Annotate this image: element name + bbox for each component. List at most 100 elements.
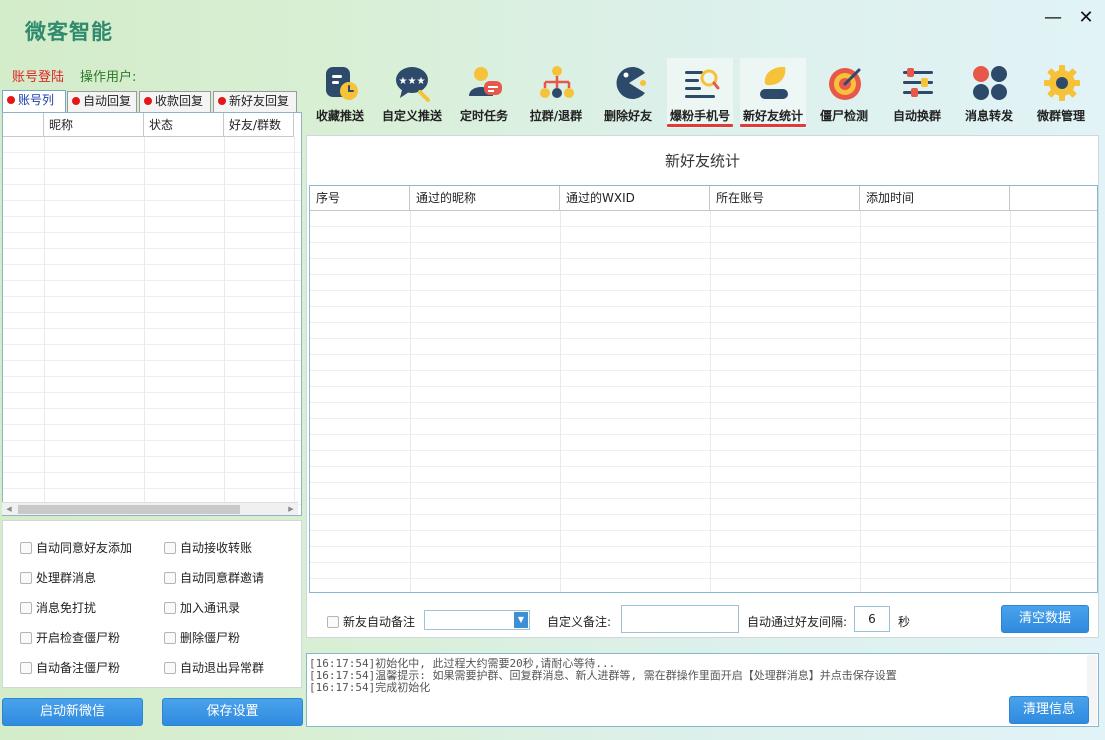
toolbar-label: 删除好友 [603, 109, 652, 123]
empty-row [310, 371, 1097, 387]
toolbar-phone-fans[interactable]: 爆粉手机号 [667, 58, 733, 128]
column-header-status[interactable]: 状态 [144, 113, 224, 137]
empty-row [310, 467, 1097, 483]
sliders-icon [903, 68, 933, 97]
option-check-zombie-fans[interactable]: 开启检查僵尸粉 [20, 629, 120, 646]
toolbar-group-management[interactable]: 微群管理 [1028, 58, 1094, 128]
horizontal-scrollbar[interactable]: ◀ ▶ [2, 502, 298, 515]
option-do-not-disturb[interactable]: 消息免打扰 [20, 599, 96, 616]
leaf-user-icon [760, 66, 788, 99]
empty-row [3, 297, 301, 313]
empty-row [3, 329, 301, 345]
checkbox[interactable] [164, 602, 176, 614]
four-dots-icon [973, 66, 1007, 100]
column-header-nickname[interactable]: 昵称 [44, 113, 144, 137]
bookmark-clock-icon [326, 67, 358, 100]
option-add-to-contacts[interactable]: 加入通讯录 [164, 599, 240, 616]
column-header-nickname[interactable]: 通过的昵称 [410, 186, 560, 211]
checkbox[interactable] [20, 602, 32, 614]
checkbox[interactable] [164, 542, 176, 554]
tab-auto-reply[interactable]: 自动回复 [67, 91, 137, 112]
checkbox[interactable] [164, 662, 176, 674]
minimize-button[interactable]: — [1043, 8, 1063, 28]
empty-row [310, 547, 1097, 563]
option-exit-abnormal-groups[interactable]: 自动退出异常群 [164, 659, 264, 676]
clear-info-button[interactable]: 清理信息 [1009, 696, 1089, 724]
custom-remark-input[interactable] [621, 605, 739, 633]
account-list-table[interactable]: 昵称 状态 好友/群数 [2, 112, 302, 516]
scrollbar-thumb[interactable] [18, 505, 240, 514]
toolbar-new-friend-stats[interactable]: 新好友统计 [740, 58, 806, 128]
empty-row [3, 441, 301, 457]
gear-icon [1044, 65, 1080, 101]
empty-row [3, 201, 301, 217]
column-divider [224, 137, 225, 513]
toolbar-delete-friend[interactable]: 删除好友 [595, 58, 661, 128]
start-new-wechat-button[interactable]: 启动新微信 [2, 698, 143, 726]
column-header-friends-groups[interactable]: 好友/群数 [224, 113, 294, 137]
column-header-wxid[interactable]: 通过的WXID [560, 186, 710, 211]
option-label: 自动退出异常群 [180, 661, 265, 675]
option-remark-zombie-fans[interactable]: 自动备注僵尸粉 [20, 659, 120, 676]
tab-payment-reply[interactable]: 收款回复 [139, 91, 211, 112]
empty-row [3, 409, 301, 425]
clear-data-button[interactable]: 清空数据 [1001, 605, 1089, 633]
option-auto-accept-friend[interactable]: 自动同意好友添加 [20, 539, 132, 556]
target-icon [829, 68, 861, 100]
empty-row [310, 515, 1097, 531]
interval-input[interactable]: 6 [854, 606, 890, 632]
empty-row [310, 291, 1097, 307]
save-settings-button[interactable]: 保存设置 [162, 698, 303, 726]
column-divider [410, 211, 411, 592]
auto-remark-option[interactable]: 新友自动备注 [327, 613, 415, 630]
close-button[interactable]: ✕ [1076, 8, 1096, 28]
checkbox[interactable] [327, 616, 339, 628]
empty-row [3, 425, 301, 441]
empty-row [3, 473, 301, 489]
toolbar-message-forward[interactable]: 消息转发 [956, 58, 1022, 128]
options-panel: 自动同意好友添加 自动接收转账 处理群消息 自动同意群邀请 消息免打扰 加入通讯… [2, 520, 302, 688]
checkbox[interactable] [20, 572, 32, 584]
toolbar-custom-push[interactable]: ★★★ 自定义推送 [379, 58, 445, 128]
remark-select[interactable]: ▼ [424, 610, 530, 630]
checkbox[interactable] [20, 542, 32, 554]
option-auto-receive-transfer[interactable]: 自动接收转账 [164, 539, 252, 556]
toolbar-zombie-detect[interactable]: 僵尸检测 [811, 58, 877, 128]
account-login-link[interactable]: 账号登陆 [12, 66, 64, 85]
active-underline [667, 124, 733, 127]
column-header-account[interactable]: 所在账号 [710, 186, 860, 211]
scroll-right-icon[interactable]: ▶ [284, 503, 298, 516]
empty-row [310, 227, 1097, 243]
toolbar-pull-exit-group[interactable]: 拉群/退群 [523, 58, 589, 128]
option-auto-accept-group-invite[interactable]: 自动同意群邀请 [164, 569, 264, 586]
status-dot-icon [144, 97, 152, 105]
empty-row [310, 243, 1097, 259]
empty-row [3, 345, 301, 361]
tab-label: 收款回复 [155, 94, 204, 108]
checkbox[interactable] [20, 632, 32, 644]
column-header-add-time[interactable]: 添加时间 [860, 186, 1010, 211]
panel-title: 新好友统计 [664, 152, 740, 170]
option-handle-group-messages[interactable]: 处理群消息 [20, 569, 96, 586]
chevron-down-icon[interactable]: ▼ [514, 612, 528, 628]
log-panel[interactable]: [16:17:54]初始化中, 此过程大约需要20秒,请耐心等待... [16:… [306, 653, 1099, 727]
toolbar-favorite-push[interactable]: 收藏推送 [307, 58, 373, 128]
checkbox[interactable] [164, 632, 176, 644]
column-divider [294, 137, 295, 513]
empty-row [310, 435, 1097, 451]
scroll-left-icon[interactable]: ◀ [2, 503, 16, 516]
column-header-index[interactable]: 序号 [310, 186, 410, 211]
toolbar-scheduled-task[interactable]: 定时任务 [451, 58, 517, 128]
new-friend-table[interactable]: 序号 通过的昵称 通过的WXID 所在账号 添加时间 [309, 185, 1098, 593]
checkbox[interactable] [164, 572, 176, 584]
toolbar-label: 微群管理 [1036, 109, 1085, 123]
tab-account-list[interactable]: 账号列 [2, 90, 66, 112]
toolbar-label: 自定义推送 [381, 109, 442, 123]
column-divider [860, 211, 861, 592]
toolbar-auto-switch-group[interactable]: 自动换群 [884, 58, 950, 128]
tab-new-friend-reply[interactable]: 新好友回复 [213, 91, 297, 112]
checkbox[interactable] [20, 662, 32, 674]
column-divider [710, 211, 711, 592]
option-delete-zombie-fans[interactable]: 删除僵尸粉 [164, 629, 240, 646]
option-label: 处理群消息 [36, 571, 97, 585]
